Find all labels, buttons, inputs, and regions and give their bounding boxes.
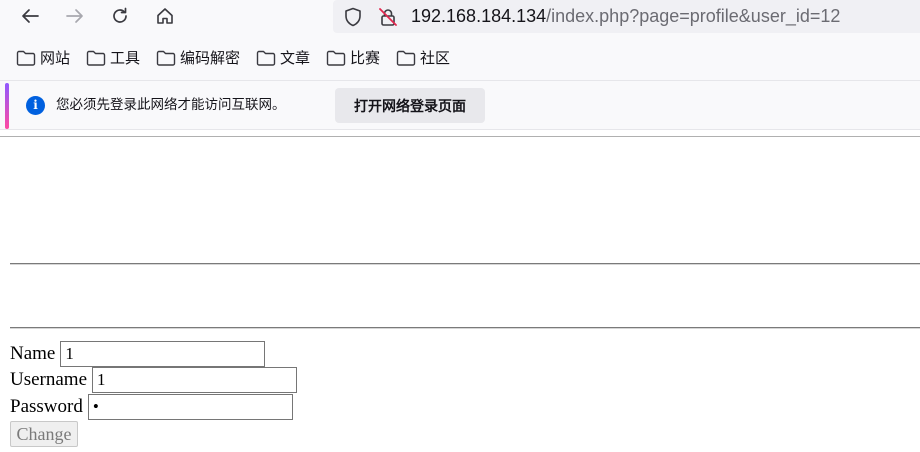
password-label: Password (10, 396, 83, 417)
bookmarks-bar: 网站 工具 编码解密 文章 比赛 社区 (0, 36, 920, 80)
back-arrow-icon (22, 9, 39, 23)
forward-button[interactable] (61, 2, 89, 30)
open-network-login-button[interactable]: 打开网络登录页面 (335, 88, 485, 123)
username-input[interactable] (92, 367, 298, 393)
home-button[interactable] (151, 2, 179, 30)
bookmark-label: 网站 (40, 49, 71, 67)
bookmark-folder[interactable]: 比赛 (326, 47, 380, 69)
name-input[interactable] (60, 341, 266, 367)
horizontal-rule (10, 263, 920, 265)
info-icon: i (26, 96, 45, 115)
browser-toolbar: 192.168.184.134/index.php?page=profile&u… (0, 0, 920, 36)
page-content: Name Username Password Change (0, 130, 920, 452)
address-bar[interactable]: 192.168.184.134/index.php?page=profile&u… (333, 0, 920, 33)
username-label: Username (10, 369, 88, 390)
bookmark-folder[interactable]: 文章 (256, 47, 310, 69)
url-text[interactable]: 192.168.184.134/index.php?page=profile&u… (411, 5, 840, 27)
username-row: Username (10, 367, 298, 393)
folder-icon (256, 50, 276, 66)
reload-icon (113, 7, 127, 23)
notification-accent-stripe (5, 83, 9, 129)
network-login-notification: i 您必须先登录此网络才能访问互联网。 打开网络登录页面 (0, 80, 920, 130)
bookmark-label: 编码解密 (180, 49, 241, 67)
url-host: 192.168.184.134 (411, 6, 547, 26)
url-path: /index.php?page=profile&user_id=12 (546, 6, 841, 26)
insecure-lock-icon[interactable] (377, 6, 399, 28)
folder-icon (16, 50, 36, 66)
horizontal-rule (10, 327, 920, 329)
notification-message: 您必须先登录此网络才能访问互联网。 (56, 97, 286, 113)
folder-icon (86, 50, 106, 66)
reload-button[interactable] (106, 2, 134, 30)
bookmark-folder[interactable]: 编码解密 (156, 47, 240, 69)
change-button[interactable]: Change (10, 421, 78, 447)
back-button[interactable] (16, 2, 44, 30)
shield-icon[interactable] (342, 6, 364, 28)
folder-icon (396, 50, 416, 66)
bookmark-label: 社区 (420, 49, 451, 67)
bookmark-folder[interactable]: 工具 (86, 47, 140, 69)
bookmark-label: 文章 (280, 49, 311, 67)
bookmark-folder[interactable]: 网站 (16, 47, 70, 69)
bookmark-label: 工具 (110, 49, 141, 67)
name-label: Name (10, 343, 56, 364)
name-row: Name (10, 341, 266, 367)
home-icon (157, 8, 173, 24)
bookmark-folder[interactable]: 社区 (396, 47, 450, 69)
content-top-border (0, 136, 920, 137)
password-row: Password (10, 394, 293, 420)
folder-icon (156, 50, 176, 66)
folder-icon (326, 50, 346, 66)
bookmark-label: 比赛 (350, 49, 381, 67)
forward-arrow-icon (66, 9, 83, 23)
password-input[interactable] (87, 394, 293, 420)
